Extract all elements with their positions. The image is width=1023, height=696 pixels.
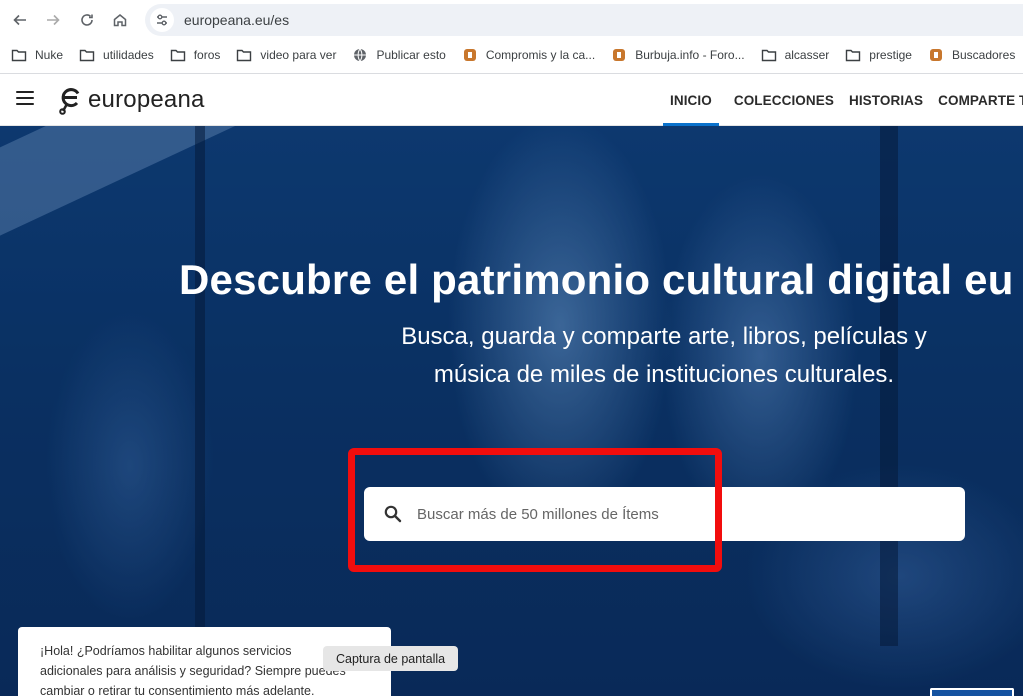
- bookmark-item[interactable]: video para ver: [236, 43, 345, 67]
- bookmark-item[interactable]: foros: [170, 43, 230, 67]
- folder-icon: [236, 47, 252, 63]
- bookmark-label: video para ver: [260, 48, 337, 62]
- folder-icon: [11, 47, 27, 63]
- hero-title: Descubre el patrimonio cultural digital …: [179, 256, 1014, 303]
- folder-icon: [79, 47, 95, 63]
- europeana-logo-icon: [59, 88, 80, 115]
- site-settings-button[interactable]: [150, 8, 174, 32]
- consent-text-line: cambiar o retirar tu consentimiento más …: [40, 684, 315, 696]
- hero-section: Descubre el patrimonio cultural digital …: [0, 126, 1023, 696]
- bookmark-item[interactable]: utilidades: [79, 43, 163, 67]
- nav-comparte[interactable]: COMPARTE TUS D: [938, 74, 1023, 126]
- annotation-highlight-box: [348, 448, 722, 572]
- site-header: europeana INICIO COLECCIONES HISTORIAS C…: [0, 74, 1023, 126]
- favicon-icon: [462, 47, 478, 63]
- globe-icon: [352, 47, 368, 63]
- menu-icon[interactable]: [16, 91, 34, 105]
- bookmark-item[interactable]: prestige: [845, 43, 921, 67]
- folder-icon: [761, 47, 777, 63]
- main-nav: INICIO COLECCIONES HISTORIAS COMPARTE TU…: [663, 74, 1023, 126]
- screenshot-tooltip: Captura de pantalla: [323, 646, 459, 671]
- reload-icon: [81, 14, 93, 26]
- bookmark-label: Nuke: [35, 48, 64, 62]
- hero-subtitle: Busca, guarda y comparte arte, libros, p…: [364, 318, 964, 394]
- bookmark-label: Compromis y la ca...: [485, 48, 596, 62]
- nav-historias[interactable]: HISTORIAS: [849, 74, 923, 126]
- bookmark-label: foros: [193, 48, 221, 62]
- nav-colecciones[interactable]: COLECCIONES: [734, 74, 834, 126]
- forward-button[interactable]: [41, 8, 65, 32]
- reload-button[interactable]: [75, 8, 99, 32]
- bookmark-item[interactable]: alcasser: [761, 43, 839, 67]
- url-text: europeana.eu/es: [184, 12, 290, 28]
- corner-button[interactable]: [930, 688, 1014, 696]
- home-icon: [113, 14, 127, 27]
- logo-text: europeana: [88, 86, 205, 113]
- bookmark-item[interactable]: Compromis y la ca...: [462, 43, 604, 67]
- bookmark-item[interactable]: Burbuja.info - Foro...: [611, 43, 753, 67]
- arrow-left-icon: [13, 14, 26, 26]
- bookmark-item[interactable]: Buscadores: [928, 43, 1023, 67]
- europeana-logo[interactable]: europeana: [58, 84, 205, 116]
- bookmark-label: utilidades: [103, 48, 154, 62]
- arrow-right-icon: [47, 14, 60, 26]
- back-button[interactable]: [8, 8, 32, 32]
- bookmark-item[interactable]: Nuke: [11, 43, 72, 67]
- folder-icon: [845, 47, 861, 63]
- hero-subtitle-line: Busca, guarda y comparte arte, libros, p…: [401, 323, 927, 350]
- favicon-icon: [928, 47, 944, 63]
- folder-icon: [170, 47, 186, 63]
- bookmark-item[interactable]: Publicar esto: [352, 43, 454, 67]
- bookmark-label: Burbuja.info - Foro...: [635, 48, 745, 62]
- nav-inicio[interactable]: INICIO: [663, 74, 719, 126]
- bookmark-label: prestige: [869, 48, 912, 62]
- bookmark-label: Publicar esto: [376, 48, 446, 62]
- favicon-icon: [611, 47, 627, 63]
- address-bar[interactable]: europeana.eu/es: [145, 4, 1023, 36]
- bookmark-label: Buscadores: [951, 48, 1016, 62]
- hero-subtitle-line: música de miles de instituciones cultura…: [433, 361, 895, 388]
- tune-icon: [157, 14, 167, 26]
- home-button[interactable]: [108, 8, 132, 32]
- bookmark-label: alcasser: [784, 48, 830, 62]
- browser-toolbar: europeana.eu/es: [0, 0, 1023, 40]
- bookmarks-bar: Nuke utilidades foros video para ver Publica…: [0, 40, 1023, 70]
